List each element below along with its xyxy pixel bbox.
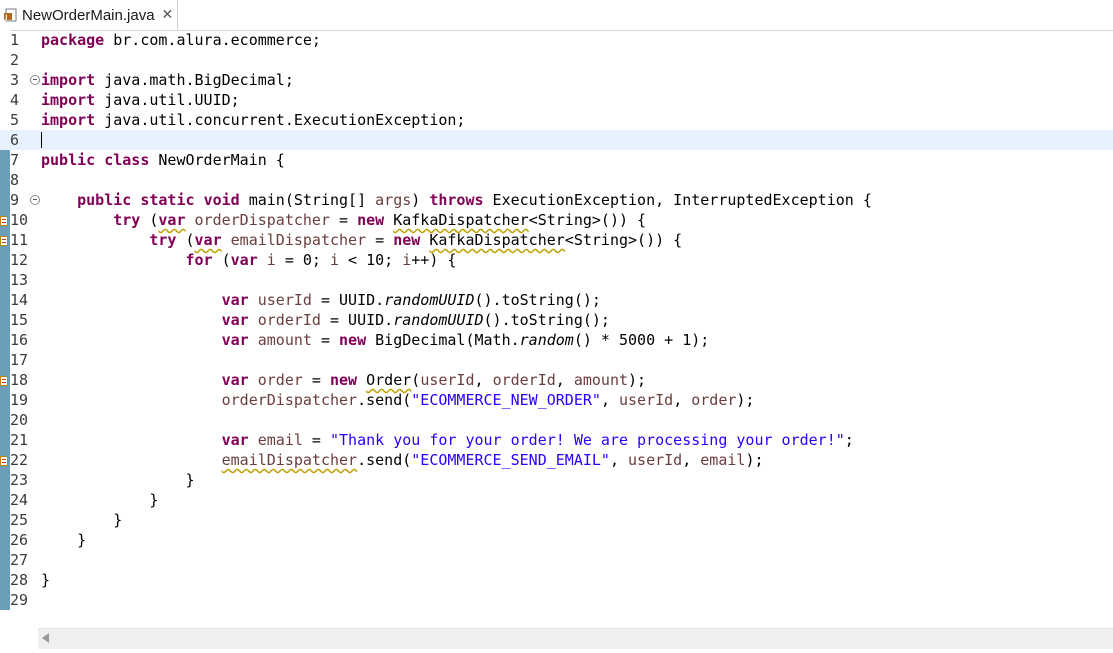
line-number: 26: [10, 531, 29, 549]
line-number: 1: [10, 31, 20, 49]
line-number: 19: [10, 391, 29, 409]
code-line[interactable]: 21 var email = "Thank you for your order…: [0, 430, 1113, 450]
code-line[interactable]: 17: [0, 350, 1113, 370]
line-number: 16: [10, 331, 29, 349]
line-number: 7: [10, 151, 20, 169]
editor-tab-bar: J NewOrderMain.java ✕: [0, 0, 1113, 31]
code-line[interactable]: 8: [0, 170, 1113, 190]
line-number: 4: [10, 91, 20, 109]
line-number: 5: [10, 111, 20, 129]
line-number: 12: [10, 251, 29, 269]
line-number: 10: [10, 211, 29, 229]
code-line[interactable]: 2: [0, 50, 1113, 70]
line-number: 11: [10, 231, 29, 249]
tab-new-order-main[interactable]: J NewOrderMain.java ✕: [0, 0, 178, 30]
code-line[interactable]: 29: [0, 590, 1113, 610]
code-line[interactable]: 19 orderDispatcher.send("ECOMMERCE_NEW_O…: [0, 390, 1113, 410]
line-number: 15: [10, 311, 29, 329]
code-line[interactable]: 10 try (var orderDispatcher = new KafkaD…: [0, 210, 1113, 230]
code-line[interactable]: 15 var orderId = UUID.randomUUID().toStr…: [0, 310, 1113, 330]
code-line[interactable]: 5 import java.util.concurrent.ExecutionE…: [0, 110, 1113, 130]
line-number: 22: [10, 451, 29, 469]
line-number: 17: [10, 351, 29, 369]
line-number: 24: [10, 491, 29, 509]
line-number: 20: [10, 411, 29, 429]
line-number: 18: [10, 371, 29, 389]
line-number: 23: [10, 471, 29, 489]
code-line[interactable]: 7 public class NewOrderMain {: [0, 150, 1113, 170]
code-line[interactable]: 16 var amount = new BigDecimal(Math.rand…: [0, 330, 1113, 350]
code-line[interactable]: 11 try (var emailDispatcher = new KafkaD…: [0, 230, 1113, 250]
code-line[interactable]: 18 var order = new Order(userId, orderId…: [0, 370, 1113, 390]
line-number: 9: [10, 191, 20, 209]
line-number: 27: [10, 551, 29, 569]
line-number: 25: [10, 511, 29, 529]
code-line[interactable]: 3 import java.math.BigDecimal;: [0, 70, 1113, 90]
code-line[interactable]: 1 package br.com.alura.ecommerce;: [0, 30, 1113, 50]
warning-marker-icon[interactable]: [0, 233, 9, 246]
close-icon[interactable]: ✕: [162, 8, 174, 22]
warning-marker-icon[interactable]: [0, 373, 9, 386]
line-number: 6: [10, 131, 20, 149]
fold-toggle-icon[interactable]: [30, 195, 40, 205]
line-number: 14: [10, 291, 29, 309]
code-line[interactable]: 9 public static void main(String[] args)…: [0, 190, 1113, 210]
code-line[interactable]: 20: [0, 410, 1113, 430]
code-line[interactable]: 23 }: [0, 470, 1113, 490]
code-line[interactable]: 22 emailDispatcher.send("ECOMMERCE_SEND_…: [0, 450, 1113, 470]
tab-label: NewOrderMain.java: [22, 6, 155, 24]
line-number: 21: [10, 431, 29, 449]
code-line[interactable]: 24 }: [0, 490, 1113, 510]
line-number: 13: [10, 271, 29, 289]
code-line[interactable]: 28 }: [0, 570, 1113, 590]
code-line-current[interactable]: 6: [0, 130, 1113, 150]
svg-text:J: J: [4, 14, 7, 21]
code-line[interactable]: 4 import java.util.UUID;: [0, 90, 1113, 110]
warning-marker-icon[interactable]: [0, 213, 9, 226]
code-line[interactable]: 25 }: [0, 510, 1113, 530]
text-caret: [41, 132, 42, 148]
horizontal-scrollbar[interactable]: [38, 628, 1113, 649]
code-line[interactable]: 12 for (var i = 0; i < 10; i++) {: [0, 250, 1113, 270]
java-file-icon: J: [3, 7, 19, 23]
line-number: 29: [10, 591, 29, 609]
scroll-left-arrow-icon[interactable]: [42, 633, 49, 643]
code-line[interactable]: 14 var userId = UUID.randomUUID().toStri…: [0, 290, 1113, 310]
fold-toggle-icon[interactable]: [30, 75, 40, 85]
code-line[interactable]: 27: [0, 550, 1113, 570]
code-editor[interactable]: 1 package br.com.alura.ecommerce; 2 3 im…: [0, 30, 1113, 628]
code-line[interactable]: 26 }: [0, 530, 1113, 550]
line-number: 28: [10, 571, 29, 589]
line-number: 3: [10, 71, 20, 89]
line-number: 2: [10, 51, 20, 69]
code-line[interactable]: 13: [0, 270, 1113, 290]
warning-marker-icon[interactable]: [0, 453, 9, 466]
line-number: 8: [10, 171, 20, 189]
code-lines[interactable]: 1 package br.com.alura.ecommerce; 2 3 im…: [0, 30, 1113, 610]
